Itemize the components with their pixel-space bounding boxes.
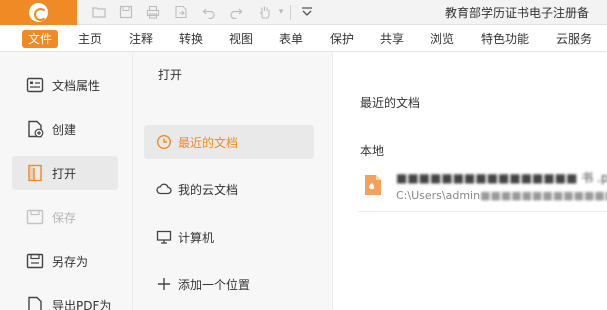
chevron-down-icon[interactable]: ▾: [272, 4, 290, 21]
menu-convert[interactable]: 转换: [179, 30, 203, 48]
file-path-blurred: ■■■■■■■■■■■■■■■■证书.pdf: [480, 189, 607, 202]
menu-annotate[interactable]: 注释: [129, 30, 153, 48]
open-icon: [28, 164, 42, 182]
cloud-icon: [156, 183, 172, 195]
computer-icon: [156, 230, 172, 244]
local-section-header: 本地: [360, 144, 385, 158]
location-computer[interactable]: 计算机: [144, 220, 314, 254]
nav-save-as[interactable]: 另存为: [12, 244, 118, 278]
undo-icon[interactable]: [200, 4, 218, 21]
redo-icon[interactable]: [227, 4, 245, 21]
recent-documents-title: 最近的文档: [360, 96, 421, 110]
save-icon: [26, 209, 44, 225]
print-icon[interactable]: [144, 4, 162, 21]
app-logo-icon: [29, 3, 48, 22]
backstage-nav: 文档属性 创建 打开 保存 另存为 导出PDF为: [0, 52, 133, 310]
nav-open[interactable]: 打开: [12, 156, 118, 190]
file-path: C:\Users\admin■■■■■■■■■■■■■■■■证书.pdf: [396, 187, 607, 203]
menu-bar: 文件 主页 注释 转换 视图 表单 保护 共享 浏览 特色功能 云服务: [0, 25, 607, 52]
recent-file-item[interactable]: ■■■■■■■■■■■■■■■■ 书 .pdf C:\Users\admin■■…: [358, 162, 607, 212]
location-recent-documents[interactable]: 最近的文档: [144, 125, 314, 159]
location-my-cloud[interactable]: 我的云文档: [144, 172, 314, 206]
location-label: 最近的文档: [178, 136, 239, 150]
pdf-editor-window: ▾ 教育部学历证书电子注册备 文件 主页 注释 转换 视图 表单 保护 共享 浏…: [0, 0, 607, 310]
menu-browse[interactable]: 浏览: [430, 30, 454, 48]
plus-icon: [158, 278, 170, 290]
clock-icon: [156, 134, 172, 150]
toolbar-separator: [290, 5, 291, 20]
nav-label: 导出PDF为: [52, 299, 112, 310]
window-title: 教育部学历证书电子注册备: [445, 6, 590, 20]
customize-icon[interactable]: [298, 4, 316, 21]
export-pdf-icon: [28, 296, 42, 310]
location-label: 添加一个位置: [178, 278, 251, 292]
nav-create[interactable]: 创建: [12, 112, 118, 146]
nav-save[interactable]: 保存: [12, 200, 118, 234]
create-icon: [28, 120, 44, 138]
menu-protect[interactable]: 保护: [330, 30, 354, 48]
nav-export-pdf[interactable]: 导出PDF为: [12, 288, 118, 310]
file-name: ■■■■■■■■■■■■■■■■ 书 .pdf: [396, 171, 607, 185]
panel-title: 打开: [158, 68, 183, 82]
title-bar: ▾ 教育部学历证书电子注册备: [0, 0, 607, 25]
open-folder-icon[interactable]: [90, 4, 108, 21]
menu-form[interactable]: 表单: [279, 30, 303, 48]
nav-label: 打开: [52, 167, 77, 181]
pdf-file-icon: [365, 175, 381, 195]
menu-file[interactable]: 文件: [22, 30, 59, 48]
nav-label: 文档属性: [52, 79, 101, 93]
nav-label: 创建: [52, 123, 77, 137]
location-label: 我的云文档: [178, 183, 239, 197]
nav-label: 保存: [52, 211, 77, 225]
menu-features[interactable]: 特色功能: [481, 30, 529, 48]
file-path-visible: C:\Users\admin: [396, 189, 481, 202]
location-add-place[interactable]: 添加一个位置: [144, 267, 314, 301]
recent-documents-pane: 最近的文档 本地 ■■■■■■■■■■■■■■■■ 书 .pdf C:\User…: [333, 52, 607, 310]
save-as-icon: [26, 253, 44, 269]
menu-cloud[interactable]: 云服务: [556, 30, 592, 48]
export-icon[interactable]: [172, 4, 190, 21]
nav-document-properties[interactable]: 文档属性: [12, 68, 118, 102]
save-icon[interactable]: [117, 4, 135, 21]
nav-label: 另存为: [52, 255, 89, 269]
menu-home[interactable]: 主页: [78, 30, 102, 48]
menu-share[interactable]: 共享: [380, 30, 404, 48]
open-locations-panel: 打开 最近的文档 我的云文档 计算机 添加一个位置: [133, 52, 333, 310]
menu-view[interactable]: 视图: [229, 30, 253, 48]
location-label: 计算机: [178, 231, 215, 245]
app-logo[interactable]: [0, 0, 77, 25]
document-properties-icon: [26, 77, 44, 93]
